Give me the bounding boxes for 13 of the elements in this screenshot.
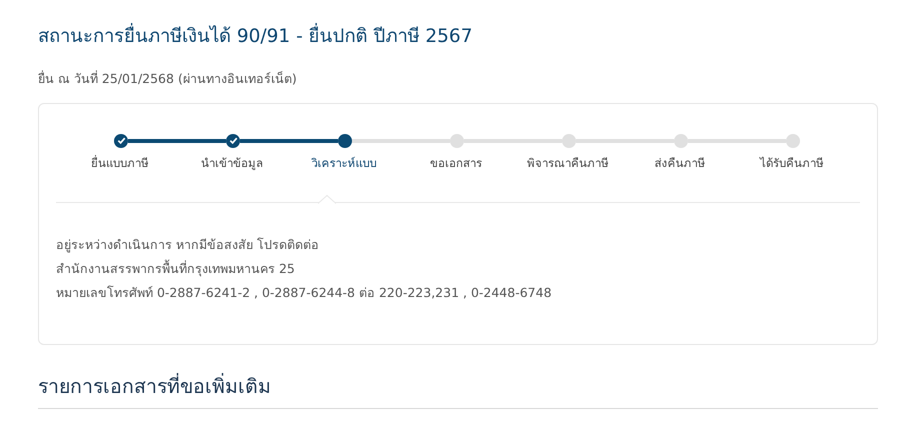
step-label: ได้รับคืนภาษี	[760, 154, 824, 172]
status-message-line: อยู่ระหว่างดำเนินการ หากมีข้อสงสัย โปรดติดต่อ	[56, 236, 320, 254]
section-heading: รายการเอกสารที่ขอเพิ่มเติม	[38, 374, 878, 410]
step-label: พิจารณาคืนภาษี	[527, 154, 609, 172]
step-label: ยื่นแบบภาษี	[91, 154, 149, 172]
status-message-line: สำนักงานสรรพากรพื้นที่กรุงเทพมหานคร 25	[56, 258, 296, 278]
step-label: ขอเอกสาร	[430, 154, 482, 172]
step-label: นำเข้าข้อมูล	[201, 154, 263, 172]
step-label: วิเคราะห์แบบ	[312, 154, 376, 172]
page-title: สถานะการยื่นภาษีเงินได้ 90/91 - ยื่นปกติ ปีภาษี 2567	[38, 22, 878, 52]
step-label: ส่งคืนภาษี	[654, 154, 706, 172]
filing-date: ยื่น ณ วันที่ 25/01/2568 (ผ่านทางอินเทอร์เน็ต)	[38, 70, 298, 88]
status-message-line: หมายเลขโทรศัพท์ 0-2887-6241-2 , 0-2887-6244-8 ต่อ 220-223,231 , 0-2448-6748	[56, 284, 553, 302]
